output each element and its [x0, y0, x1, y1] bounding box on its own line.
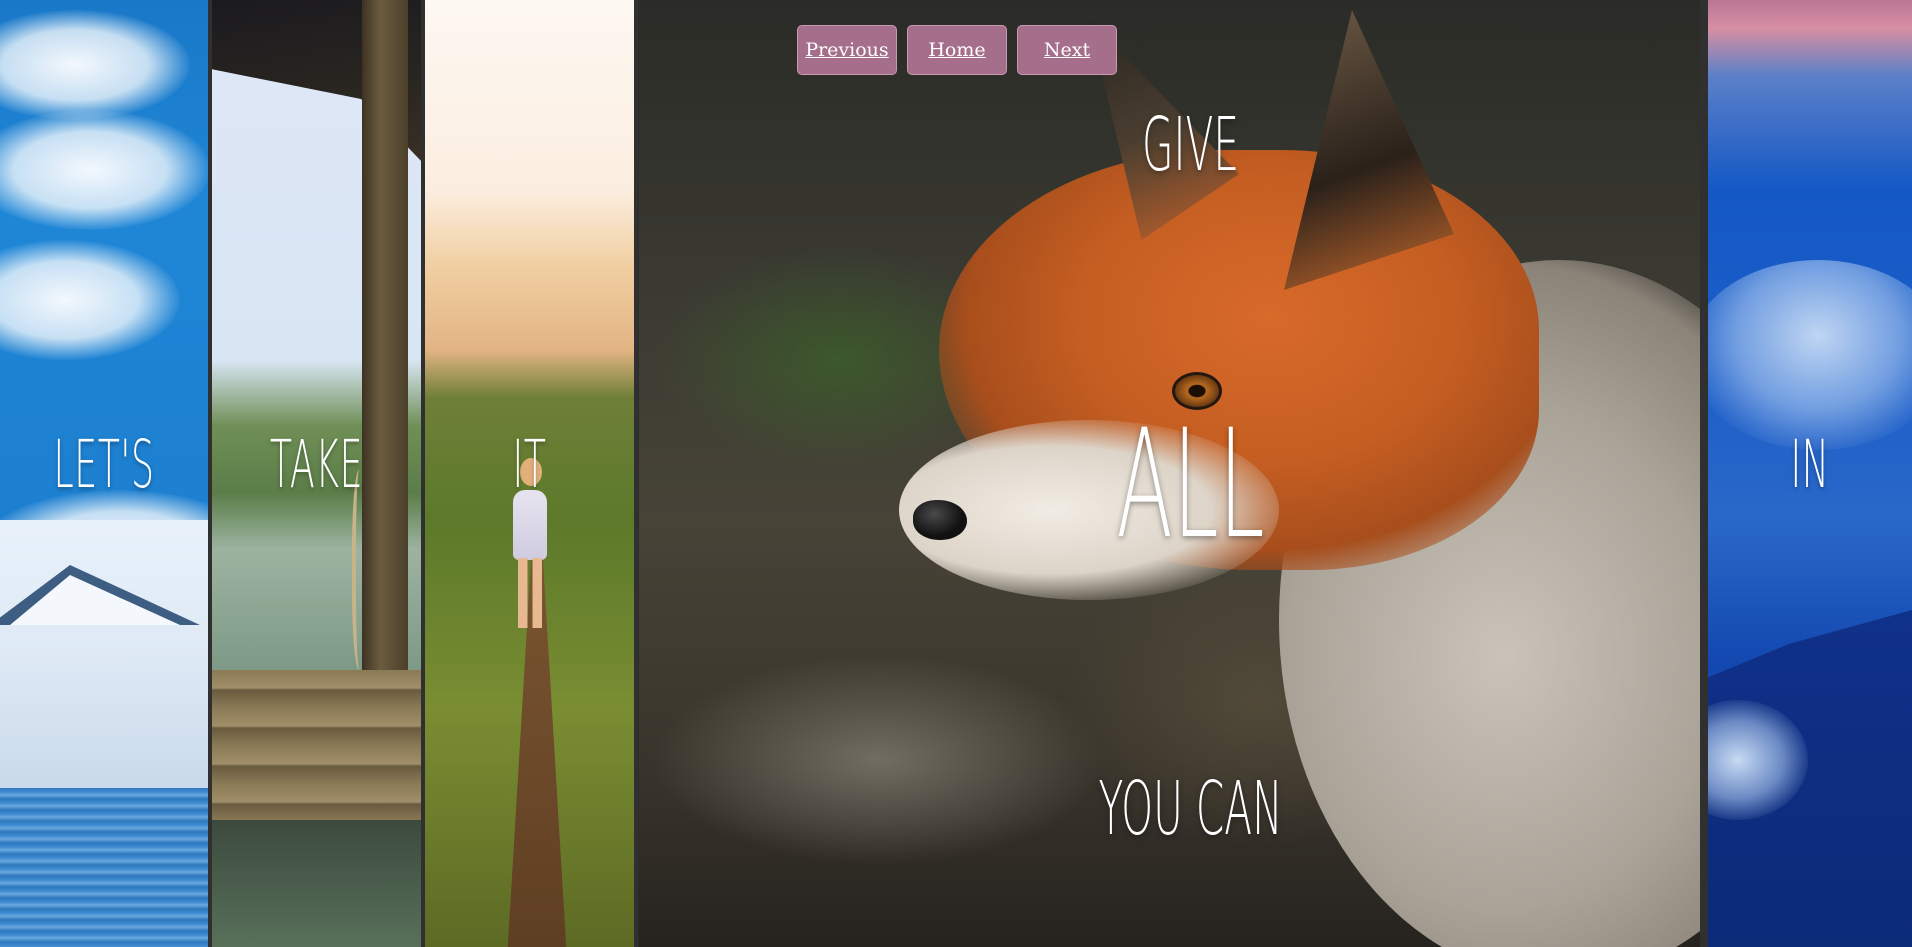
panel-lets[interactable]: LET'S: [0, 0, 212, 947]
cloud-shape: [1708, 260, 1912, 450]
home-button[interactable]: Home: [907, 25, 1007, 75]
snowfield-image: [0, 520, 208, 790]
water-image: [212, 820, 421, 947]
panel-word: TAKE: [269, 426, 364, 503]
panel-word: LET'S: [53, 426, 155, 503]
nav-bar: Previous Home Next: [797, 25, 1117, 75]
panel-word-you-can: YOU CAN: [1098, 766, 1283, 852]
hiker-legs-shape: [518, 558, 542, 628]
panel-it[interactable]: IT: [425, 0, 638, 947]
panel-take[interactable]: TAKE: [212, 0, 425, 947]
next-button[interactable]: Next: [1017, 25, 1117, 75]
panel-word-all: ALL: [1116, 398, 1265, 572]
panel-word: IN: [1790, 426, 1830, 503]
lake-image: [0, 788, 208, 947]
previous-button[interactable]: Previous: [797, 25, 897, 75]
panel-word-give: GIVE: [1141, 102, 1240, 188]
mountain-snowcap-shape: [10, 575, 180, 625]
dock-deck-shape: [212, 670, 421, 820]
panel-in[interactable]: IN: [1704, 0, 1912, 947]
panel-give-all[interactable]: GIVE ALL YOU CAN: [638, 0, 1704, 947]
panel-word: IT: [512, 426, 547, 503]
panel-gallery: LET'S TAKE IT GIVE ALL YOU CAN IN: [0, 0, 1912, 947]
